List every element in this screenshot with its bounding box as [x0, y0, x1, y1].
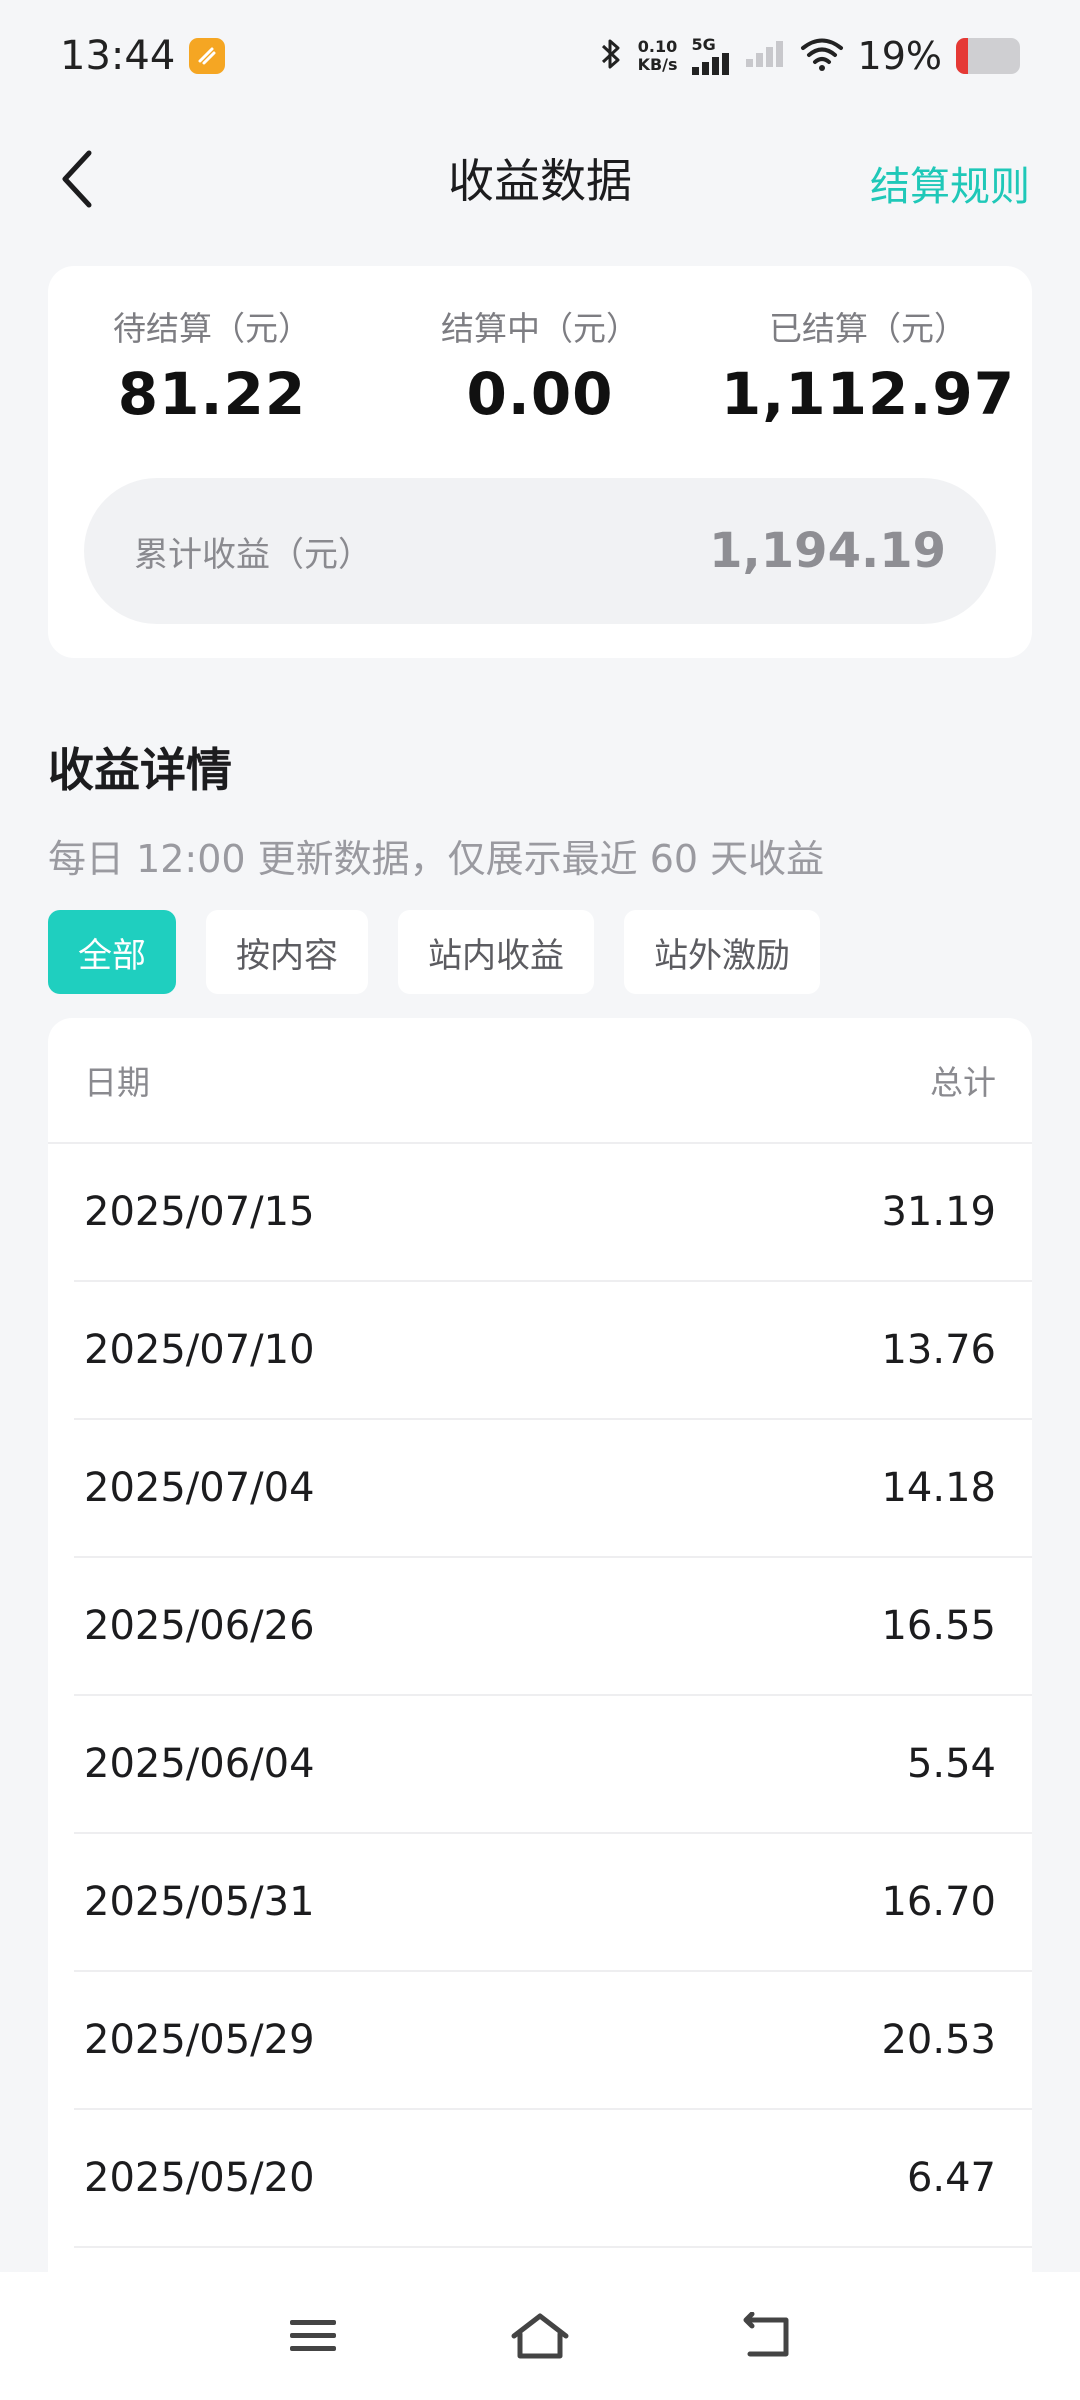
back-nav-icon [743, 2312, 789, 2357]
nav-menu-button[interactable] [273, 2296, 353, 2376]
filter-tabs: 全部 按内容 站内收益 站外激励 [48, 910, 820, 994]
back-button[interactable] [42, 144, 112, 214]
cell-signal-5g: 5G [691, 37, 732, 75]
page-header: 收益数据 结算规则 [0, 130, 1080, 226]
row-date: 2025/06/04 [84, 1741, 315, 1787]
column-total: 总计 [930, 1063, 996, 1102]
row-total: 31.19 [881, 1189, 996, 1235]
battery-level [956, 38, 969, 74]
filter-offsite-incentive[interactable]: 站外激励 [624, 910, 820, 994]
row-total: 20.53 [881, 2017, 996, 2063]
table-row[interactable]: 2025/07/04 14.18 [74, 1420, 1032, 1558]
row-date: 2025/06/26 [84, 1603, 315, 1649]
wifi-icon [800, 37, 844, 75]
row-date: 2025/07/04 [84, 1465, 315, 1511]
stat-settling-label: 结算中（元） [441, 309, 639, 348]
row-total: 13.76 [881, 1327, 996, 1373]
row-total: 6.47 [906, 2155, 996, 2201]
stat-settled: 已结算（元） 1,112.97 [704, 302, 1032, 428]
signal-bars-secondary-icon [745, 41, 786, 71]
filter-onsite-earnings[interactable]: 站内收益 [398, 910, 594, 994]
bluetooth-icon [598, 36, 624, 76]
row-total: 14.18 [881, 1465, 996, 1511]
row-date: 2025/05/31 [84, 1879, 315, 1925]
table-row[interactable]: 2025/07/15 31.19 [74, 1144, 1032, 1282]
stat-settling-value: 0.00 [466, 360, 614, 428]
row-date: 2025/05/20 [84, 2155, 315, 2201]
status-left: 13:44 [60, 33, 226, 79]
stat-pending: 待结算（元） 81.22 [48, 302, 376, 428]
network-speed: 0.10 KB/s [637, 37, 678, 74]
battery-percent: 19% [857, 34, 942, 78]
table-row[interactable]: 2025/05/31 16.70 [74, 1834, 1032, 1972]
nav-back-button[interactable] [727, 2296, 807, 2376]
table-row[interactable]: 2025/07/10 13.76 [74, 1282, 1032, 1420]
row-date: 2025/07/10 [84, 1327, 315, 1373]
table-row[interactable]: 2025/06/04 5.54 [74, 1696, 1032, 1834]
page-title: 收益数据 [448, 154, 632, 208]
row-total: 16.55 [881, 1603, 996, 1649]
table-row[interactable]: 2025/06/26 16.55 [74, 1558, 1032, 1696]
table-header: 日期 总计 [48, 1018, 1032, 1144]
row-date: 2025/07/15 [84, 1189, 315, 1235]
row-total: 16.70 [881, 1879, 996, 1925]
stat-settled-value: 1,112.97 [720, 360, 1016, 428]
row-total: 5.54 [906, 1741, 996, 1787]
filter-by-content[interactable]: 按内容 [206, 910, 368, 994]
table-row[interactable]: 2025/05/20 6.47 [74, 2110, 1032, 2248]
home-icon [511, 2313, 569, 2359]
stats-row: 待结算（元） 81.22 结算中（元） 0.00 已结算（元） 1,112.97 [48, 302, 1032, 428]
signal-bars-icon [691, 53, 729, 75]
stat-settling: 结算中（元） 0.00 [376, 302, 704, 428]
cumulative-label: 累计收益（元） [134, 534, 372, 575]
battery-icon [956, 38, 1020, 74]
cumulative-earnings: 累计收益（元） 1,194.19 [84, 478, 996, 624]
app-notification-icon [189, 38, 226, 74]
status-time: 13:44 [60, 33, 176, 79]
chevron-left-icon [62, 150, 92, 208]
earnings-summary-card: 待结算（元） 81.22 结算中（元） 0.00 已结算（元） 1,112.97… [48, 266, 1032, 658]
column-date: 日期 [84, 1063, 150, 1102]
section-subtitle: 每日 12:00 更新数据，仅展示最近 60 天收益 [48, 837, 825, 881]
earnings-table: 日期 总计 2025/07/15 31.19 2025/07/10 13.76 … [48, 1018, 1032, 2400]
stat-pending-value: 81.22 [117, 360, 307, 428]
settlement-rules-link[interactable]: 结算规则 [870, 154, 1030, 212]
status-right: 0.10 KB/s 5G 19% [598, 34, 1020, 78]
section-title: 收益详情 [48, 743, 232, 797]
system-nav-bar [0, 2272, 1080, 2400]
stat-settled-label: 已结算（元） [769, 309, 967, 348]
cumulative-value: 1,194.19 [709, 523, 946, 579]
row-date: 2025/05/29 [84, 2017, 315, 2063]
nav-home-button[interactable] [500, 2296, 580, 2376]
table-row[interactable]: 2025/05/29 20.53 [74, 1972, 1032, 2110]
menu-icon [290, 2320, 337, 2351]
stat-pending-label: 待结算（元） [113, 309, 311, 348]
filter-all[interactable]: 全部 [48, 910, 176, 994]
status-bar: 13:44 0.10 KB/s 5G 19% [0, 0, 1080, 112]
